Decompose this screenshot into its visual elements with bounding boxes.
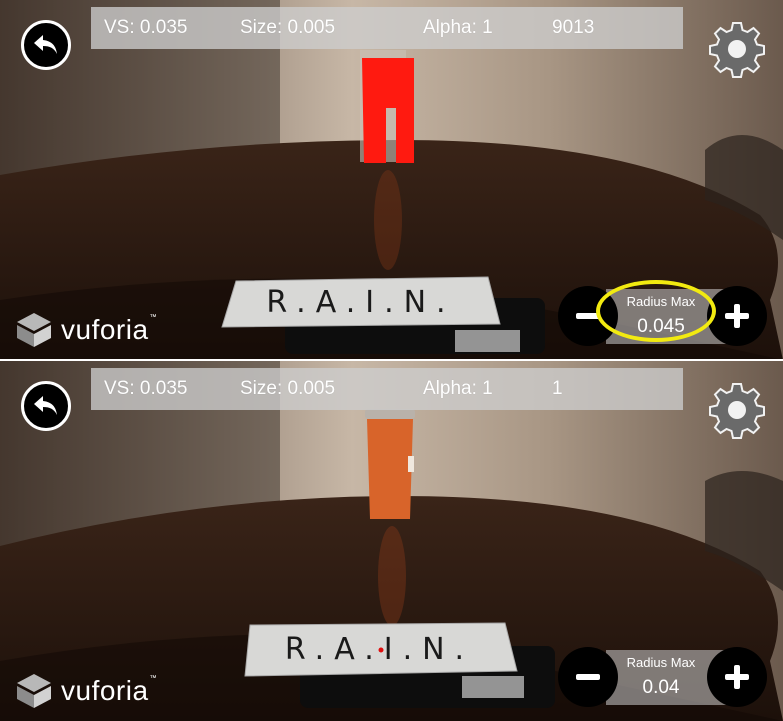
vuforia-logo: vuforia™ [15, 671, 157, 711]
settings-button[interactable] [707, 380, 767, 440]
brand-name: vuforia™ [61, 314, 158, 345]
size-value: Size: 0.005 [240, 17, 336, 38]
point-count: 9013 [552, 17, 595, 38]
point-count: 1 [552, 378, 563, 399]
settings-button[interactable] [707, 19, 767, 79]
plus-icon [725, 304, 749, 328]
alpha-value: Alpha: 1 [423, 378, 493, 399]
stepper-value: 0.04 [642, 677, 680, 698]
brand-name: vuforia™ [61, 675, 158, 706]
vuforia-logo: vuforia™ [15, 310, 157, 350]
ar-view-bottom: R.A.I.N. VS: 0.035 Size: 0.005 Alpha: 1 … [0, 361, 783, 721]
increase-button[interactable] [707, 647, 767, 707]
minus-icon [576, 674, 600, 680]
decrease-button[interactable] [558, 286, 618, 346]
vuforia-logo-icon [17, 313, 51, 347]
vuforia-logo-icon [17, 674, 51, 708]
stepper-label: Radius Max [626, 294, 696, 309]
back-arrow-icon [34, 35, 57, 54]
stepper-value: 0.045 [637, 316, 685, 337]
size-value: Size: 0.005 [240, 378, 336, 399]
marker-label: R.A.I.N. [284, 631, 475, 667]
stepper-label: Radius Max [626, 655, 696, 670]
gear-icon [709, 383, 765, 439]
decrease-button[interactable] [558, 647, 618, 707]
gear-icon [709, 22, 765, 78]
minus-icon [576, 313, 600, 319]
ar-view-top: R.A.I.N. VS: 0.035 Size: 0.005 Alpha: 1 … [0, 0, 783, 360]
orange-tumbler [367, 419, 413, 519]
back-arrow-icon [34, 396, 57, 415]
back-button[interactable] [21, 20, 71, 70]
stats-bar: VS: 0.035 Size: 0.005 Alpha: 1 1 [91, 368, 683, 410]
plus-icon [725, 665, 749, 689]
back-button[interactable] [21, 381, 71, 431]
vs-value: VS: 0.035 [104, 378, 188, 399]
stats-bar: VS: 0.035 Size: 0.005 Alpha: 1 9013 [91, 7, 683, 49]
marker-label: R.A.I.N. [266, 284, 456, 320]
vs-value: VS: 0.035 [104, 17, 188, 38]
increase-button[interactable] [707, 286, 767, 346]
alpha-value: Alpha: 1 [423, 17, 493, 38]
